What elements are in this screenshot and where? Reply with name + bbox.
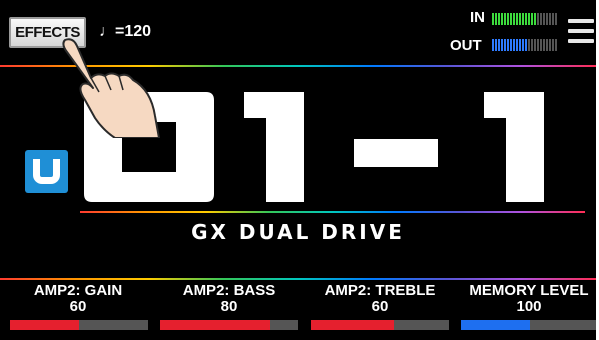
gain-level-bar [10,320,148,330]
knob-value: 100 [516,298,542,315]
in-meter-label: IN [470,9,485,26]
in-level-meter [492,13,557,25]
pointing-hand-icon [62,38,160,138]
treble-level-bar [311,320,449,330]
knob-value: 60 [69,298,87,315]
patch-name: GX DUAL DRIVE [191,220,405,244]
knob-amp2-bass[interactable]: AMP2: BASS 80 [159,282,299,315]
user-bank-icon [25,150,68,193]
out-meter-label: OUT [450,37,482,54]
knob-label: MEMORY LEVEL [469,282,589,299]
knob-label: AMP2: TREBLE [324,282,436,299]
device-screen: EFFECTS ♩=120 IN OUT 01-1 GX DUAL DRIVE … [0,0,596,340]
knob-amp2-gain[interactable]: AMP2: GAIN 60 [8,282,148,315]
knob-value: 60 [371,298,389,315]
out-level-meter [492,39,557,51]
knob-memory-level[interactable]: MEMORY LEVEL 100 [461,282,596,315]
bass-level-bar [160,320,298,330]
knob-amp2-treble[interactable]: AMP2: TREBLE 60 [310,282,450,315]
patch-underline [80,211,585,213]
bottom-divider [0,278,596,280]
knob-label: AMP2: BASS [182,282,276,299]
knob-value: 80 [220,298,238,315]
knob-label: AMP2: GAIN [33,282,123,299]
menu-icon[interactable] [568,19,594,47]
memory-level-bar [461,320,596,330]
